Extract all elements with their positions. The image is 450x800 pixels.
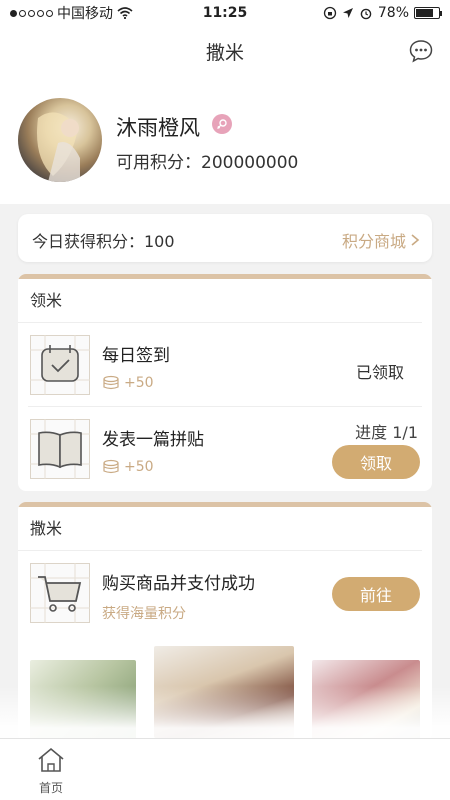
task-reward: +50 [102, 375, 154, 391]
go-button[interactable]: 前往 [332, 577, 420, 611]
progress-text: 进度 1/1 [355, 423, 418, 442]
task-reward-text: +50 [124, 459, 154, 475]
today-points-label: 今日获得积分：100 [32, 232, 175, 251]
orientation-lock-icon [323, 6, 337, 20]
task-daily-checkin: 每日签到 +50 已领取 [28, 323, 422, 407]
points-mall-link[interactable]: 积分商城 [342, 228, 420, 252]
tab-bar: 首页 [0, 738, 450, 800]
open-book-icon [30, 419, 90, 479]
tab-home-label: 首页 [38, 781, 63, 795]
points-row: 可用积分：200000000 [116, 148, 298, 173]
battery-icon [414, 7, 442, 19]
coin-stack-icon [103, 375, 119, 390]
alarm-icon [360, 8, 372, 20]
status-right: 78% [323, 5, 442, 21]
nav-bar: 撒米 [0, 26, 450, 74]
female-badge-icon [212, 114, 232, 134]
samie-title: 撒米 [18, 507, 422, 551]
chevron-right-icon [411, 234, 420, 246]
page-title: 撒米 [205, 42, 244, 64]
home-icon [38, 747, 64, 772]
lingmi-title: 领米 [18, 279, 422, 323]
battery-percent: 78% [377, 5, 409, 21]
avatar[interactable] [18, 98, 102, 182]
lingmi-card: 领米 每日签到 +50 已领取 发表一篇拼贴 +50 进度 1/1 领取 [18, 274, 432, 491]
points-label: 可用积分： [116, 153, 201, 173]
claim-button[interactable]: 领取 [332, 445, 420, 479]
tab-home[interactable]: 首页 [30, 747, 72, 796]
task-post-collage: 发表一篇拼贴 +50 进度 1/1 领取 [28, 407, 422, 491]
status-bar: 中国移动 11:25 78% [0, 0, 450, 26]
task-reward-text: 获得海量积分 [102, 606, 186, 622]
coin-stack-icon [103, 459, 119, 474]
profile-section: 沐雨橙风 可用积分：200000000 [0, 74, 450, 204]
task-name: 发表一篇拼贴 [102, 430, 204, 450]
task-purchase: 购买商品并支付成功 获得海量积分 前往 [28, 551, 422, 635]
chat-bubble-icon[interactable] [408, 38, 434, 64]
today-points-card: 今日获得积分：100 积分商城 [18, 214, 432, 262]
task-reward-text: +50 [124, 375, 154, 391]
points-mall-label: 积分商城 [341, 232, 406, 251]
calendar-check-icon [30, 335, 90, 395]
points-value: 200000000 [201, 153, 299, 173]
battery-fill [416, 9, 434, 17]
shopping-cart-icon [30, 563, 90, 623]
location-icon [342, 8, 353, 18]
username: 沐雨橙风 [116, 116, 200, 140]
claimed-status: 已领取 [355, 363, 404, 382]
product-strip [0, 646, 450, 738]
task-reward: +50 [102, 459, 154, 475]
task-name: 购买商品并支付成功 [102, 574, 255, 594]
task-name: 每日签到 [102, 346, 170, 366]
fade-overlay [0, 686, 450, 738]
